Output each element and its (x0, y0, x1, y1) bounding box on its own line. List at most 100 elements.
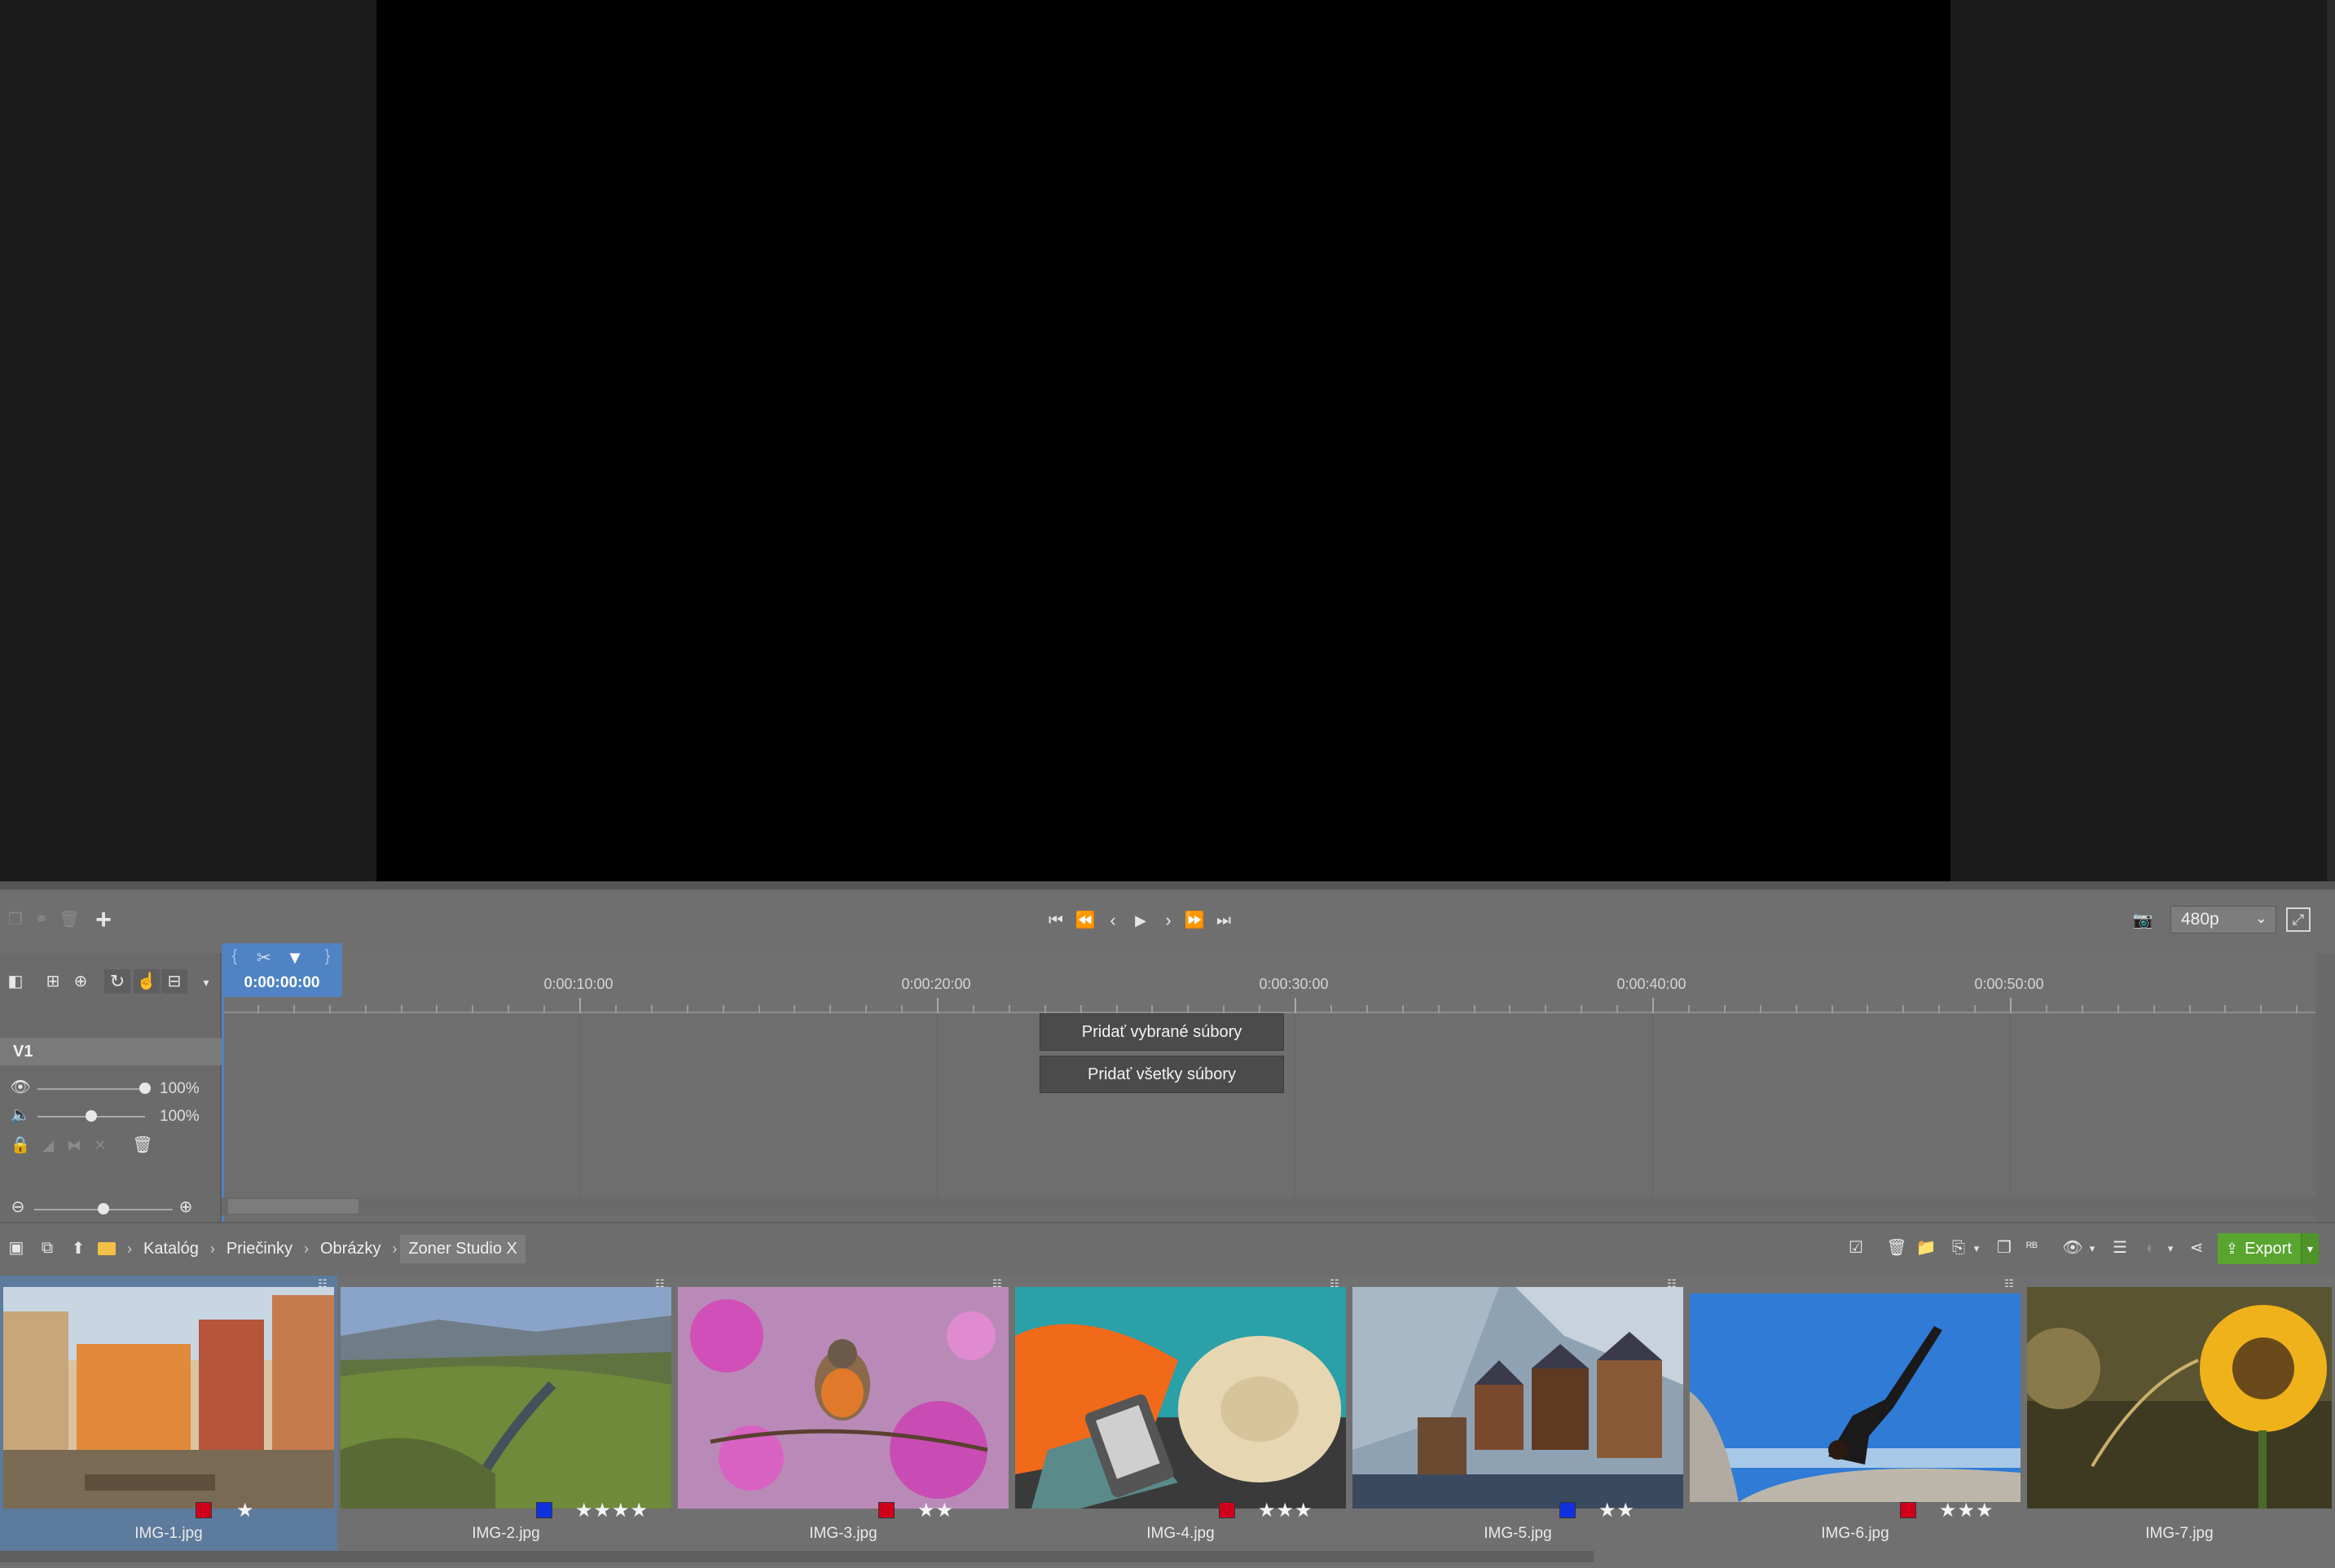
timeline-horizontal-scrollbar[interactable] (222, 1197, 2315, 1215)
copy-to-icon[interactable]: ⎘ (1947, 1236, 1970, 1259)
thumbnail-image[interactable] (2027, 1287, 2332, 1509)
ripple-edit-icon[interactable]: ↻ (104, 969, 130, 994)
visibility-slider-track[interactable] (37, 1088, 145, 1090)
chevron-down-icon[interactable]: ▾ (2164, 1240, 2177, 1256)
mark-out-icon[interactable]: } (321, 945, 334, 968)
color-label[interactable] (878, 1502, 895, 1518)
timeline-vertical-scrollbar[interactable] (2315, 953, 2335, 1222)
adjustments-icon[interactable]: ☰ (2109, 1236, 2131, 1259)
color-label[interactable] (1219, 1502, 1235, 1518)
rename-icon[interactable]: ᴿᴮ (2021, 1236, 2043, 1259)
panel-splitter[interactable] (0, 881, 2335, 889)
filmstrip-scrollbar[interactable] (0, 1551, 1594, 1562)
thumbnail-image[interactable] (1015, 1287, 1346, 1509)
add-all-files-button[interactable]: Pridať všetky súbory (1040, 1056, 1284, 1093)
thumbnail-item[interactable]: ☷ ★★★★ IMG-2.jpg (337, 1276, 675, 1551)
ruler-minor-tick (1724, 1005, 1726, 1013)
zoom-slider-knob[interactable] (98, 1203, 109, 1214)
ruler-minor-tick (1259, 1005, 1260, 1013)
breadcrumb-item[interactable]: Obrázky (312, 1240, 389, 1258)
scissors-icon[interactable]: ✂ (253, 947, 275, 969)
go-to-start-icon[interactable]: ⏮ (1044, 909, 1067, 932)
lock-icon[interactable]: 🔒 (11, 1135, 31, 1155)
add-audio-track-icon[interactable]: ⊕ (68, 971, 93, 992)
color-label[interactable] (1900, 1502, 1916, 1518)
thumbnail-image[interactable] (678, 1287, 1009, 1509)
view-mode-icon[interactable]: ▣ (5, 1236, 28, 1259)
go-to-end-icon[interactable]: ⏭ (1212, 909, 1235, 932)
link-icon[interactable]: ⚭ (31, 909, 52, 930)
fullscreen-toggle-icon[interactable]: ⤢ (2286, 907, 2311, 932)
video-preview-canvas[interactable] (376, 0, 1950, 881)
eye-view-icon[interactable]: 👁 (2061, 1236, 2084, 1259)
breadcrumb-item[interactable]: Priečinky (218, 1240, 301, 1258)
zoom-out-icon[interactable]: ⊖ (8, 1197, 28, 1217)
next-clip-icon[interactable]: ⏩ (1183, 909, 1206, 932)
resolution-select[interactable]: 480p ⌄ (2170, 906, 2276, 933)
eye-icon[interactable]: 👁 (10, 1078, 31, 1096)
chevron-down-icon[interactable]: ▾ (1970, 1240, 1983, 1256)
star-rating[interactable]: ★★ (917, 1499, 954, 1522)
thumbnail-item[interactable]: ☷ ★ IMG-1.jpg (0, 1276, 337, 1551)
step-back-icon[interactable]: ‹ (1102, 909, 1124, 932)
star-rating[interactable]: ★★ (1598, 1499, 1635, 1522)
add-selected-files-button[interactable]: Pridať vybrané súbory (1040, 1013, 1284, 1051)
trash-icon[interactable]: 🗑 (59, 909, 80, 930)
export-dropdown-button[interactable]: ▾ (2301, 1233, 2319, 1264)
mute-icon[interactable]: ✕ (90, 1135, 111, 1155)
star-rating[interactable]: ★ (236, 1499, 255, 1522)
volume-slider-knob[interactable] (86, 1110, 97, 1122)
file-name: IMG-5.jpg (1484, 1525, 1552, 1542)
snapshot-camera-icon[interactable]: 📷 (2131, 909, 2154, 932)
color-picker-icon[interactable]: ◐ (2139, 1236, 2162, 1259)
color-label[interactable] (196, 1502, 212, 1518)
thumbnail-item[interactable]: ☷ ★★ IMG-5.jpg (1349, 1276, 1686, 1551)
copy-icon[interactable]: ❐ (5, 909, 26, 930)
panel-toggle-icon[interactable]: ◧ (5, 971, 26, 992)
chevron-down-icon[interactable]: ▾ (199, 974, 213, 990)
play-icon[interactable]: ▶ (1129, 909, 1152, 932)
thumbnail-item[interactable]: ☷ ★★★ IMG-6.jpg (1686, 1276, 2024, 1551)
previous-clip-icon[interactable]: ⏪ (1074, 909, 1097, 932)
thumbnail-image[interactable] (1690, 1293, 2021, 1502)
star-rating[interactable]: ★★★ (1258, 1499, 1313, 1522)
playhead-line[interactable] (222, 997, 224, 1222)
speaker-icon[interactable]: 🔈 (10, 1106, 31, 1124)
star-rating[interactable]: ★★★★ (575, 1499, 649, 1522)
marker-icon[interactable]: ▼ (284, 947, 306, 969)
color-label[interactable] (1559, 1502, 1576, 1518)
move-to-folder-icon[interactable]: 📁 (1915, 1236, 1937, 1259)
select-tool-icon[interactable]: ☝ (134, 969, 160, 994)
thumbnail-item[interactable]: ☷ ★★ IMG-3.jpg (675, 1276, 1012, 1551)
step-forward-icon[interactable]: › (1157, 909, 1180, 932)
ruler-minor-tick (1223, 1005, 1225, 1013)
zoom-in-icon[interactable]: ⊕ (176, 1197, 196, 1217)
chevron-right-icon: › (209, 1240, 215, 1257)
thumbnail-item[interactable]: ☷ ★★★ IMG-4.jpg (1012, 1276, 1349, 1551)
folder-up-icon[interactable]: ⬆ (67, 1237, 90, 1260)
thumbnail-image[interactable] (1352, 1287, 1683, 1509)
thumbnail-item[interactable]: IMG-7.jpg (2024, 1276, 2335, 1551)
delete-track-icon[interactable]: 🗑 (132, 1135, 153, 1155)
breadcrumb-item-current[interactable]: Zoner Studio X (400, 1234, 525, 1263)
audio-split-icon[interactable]: ⧓ (64, 1135, 85, 1155)
visibility-slider-knob[interactable] (139, 1083, 151, 1094)
share-icon[interactable]: ⋖ (2185, 1236, 2208, 1259)
mark-in-icon[interactable]: { (228, 945, 241, 968)
breadcrumb-item[interactable]: Katalóg (135, 1240, 207, 1258)
star-rating[interactable]: ★★★ (1939, 1499, 1994, 1522)
duplicate-icon[interactable]: ❐ (1993, 1236, 2016, 1259)
fade-in-icon[interactable]: ◢ (37, 1135, 59, 1155)
add-icon[interactable]: + (91, 906, 116, 933)
delete-file-icon[interactable]: 🗑 (1885, 1236, 1908, 1259)
thumbnail-image[interactable] (341, 1287, 671, 1509)
ruler-major-tick (2010, 998, 2012, 1013)
thumbnail-image[interactable] (3, 1287, 334, 1509)
timeline-scroll-thumb[interactable] (228, 1199, 358, 1214)
filter-icon[interactable]: ⧉ (36, 1236, 59, 1259)
add-track-icon[interactable]: ⊞ (41, 971, 65, 992)
select-all-icon[interactable]: ☑ (1845, 1236, 1867, 1259)
color-label[interactable] (536, 1502, 552, 1518)
chevron-down-icon[interactable]: ▾ (2086, 1240, 2099, 1256)
snap-icon[interactable]: ⊟ (161, 969, 187, 994)
